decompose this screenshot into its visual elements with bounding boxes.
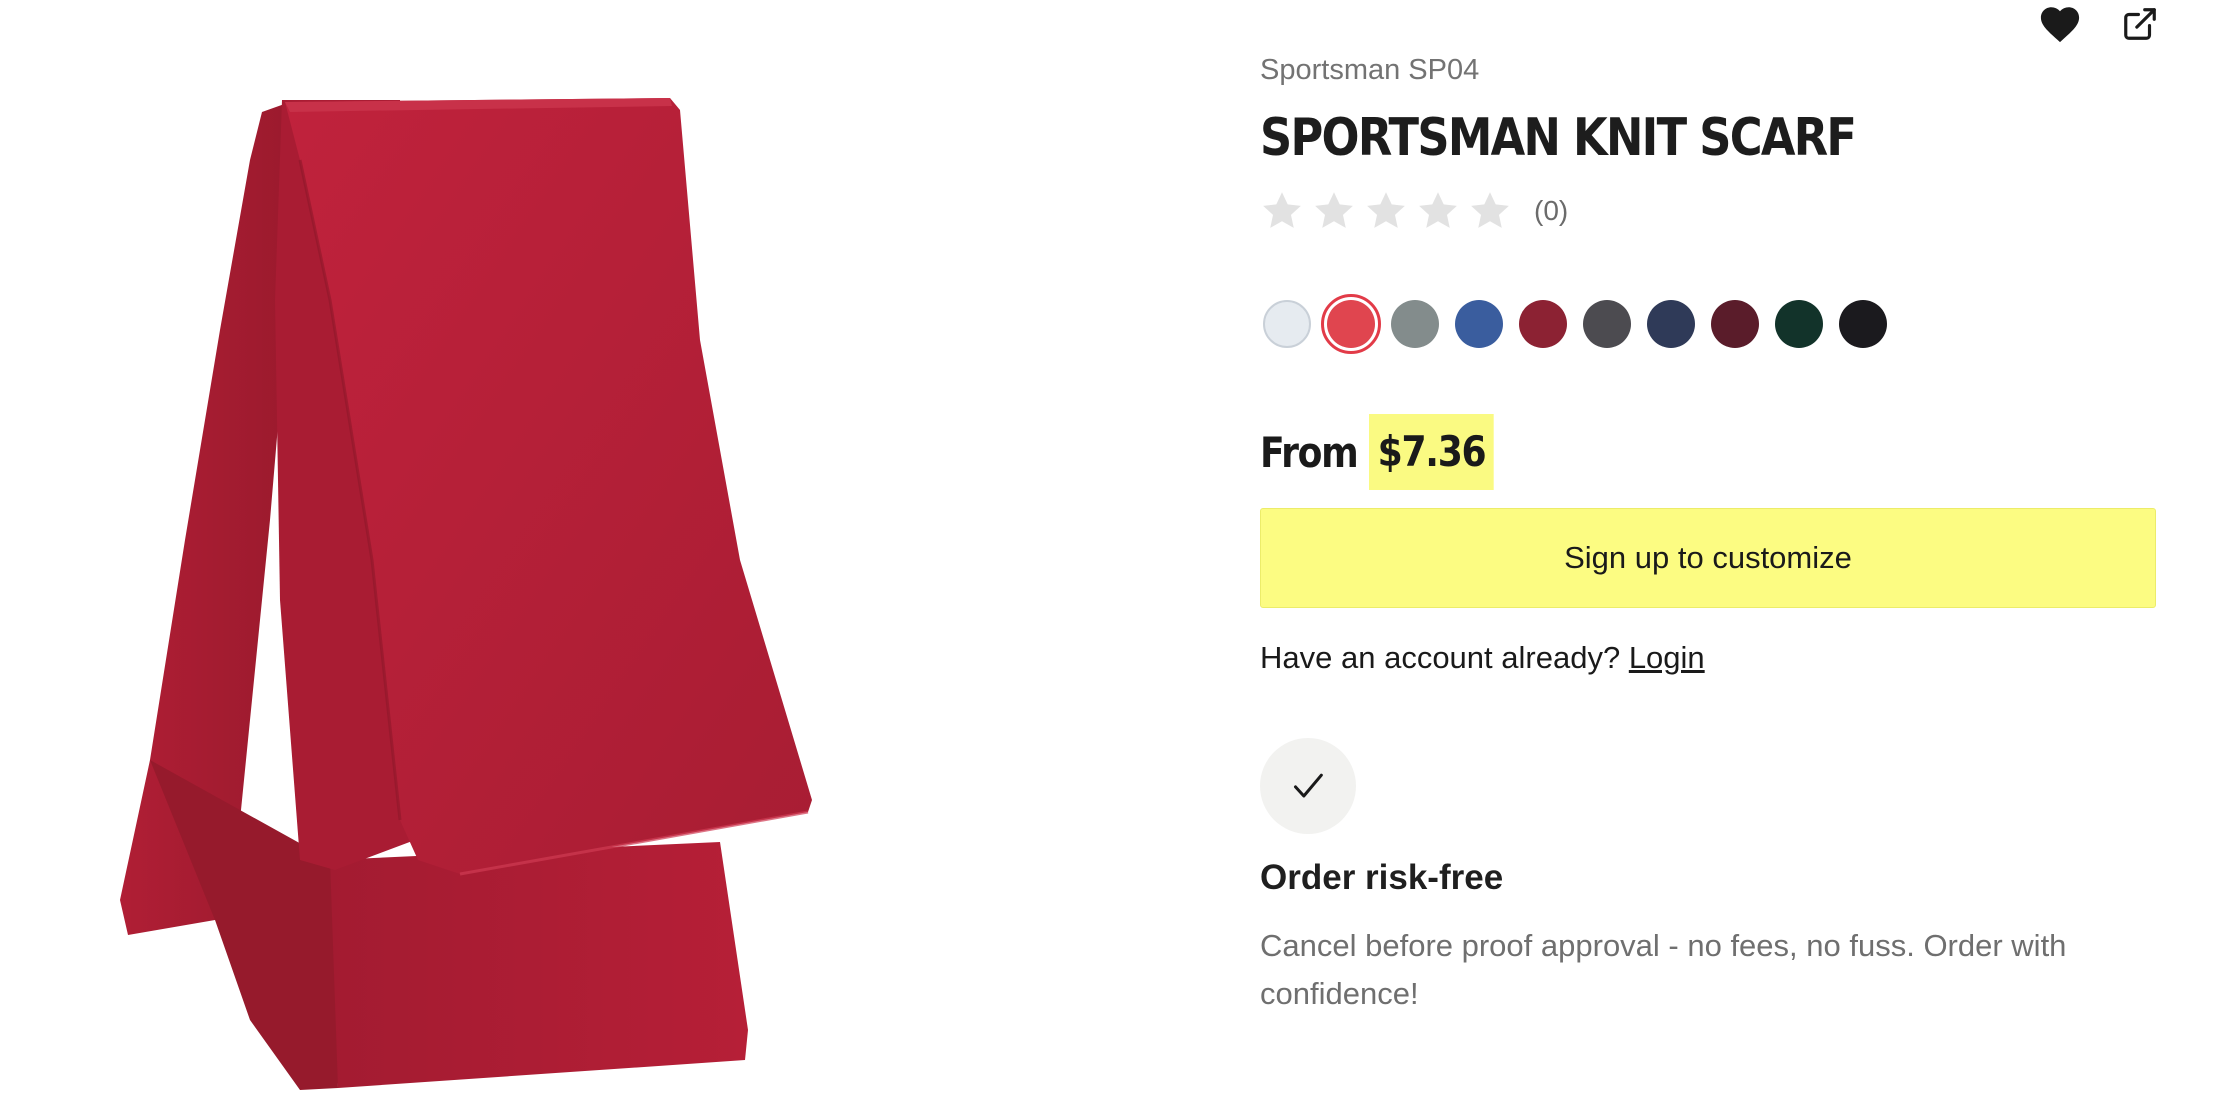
star-icon xyxy=(1419,192,1457,228)
color-swatch-cardinal[interactable] xyxy=(1519,300,1567,348)
color-swatch-navy[interactable] xyxy=(1647,300,1695,348)
login-link[interactable]: Login xyxy=(1629,640,1705,675)
check-icon xyxy=(1294,773,1323,798)
color-swatch-forest-green[interactable] xyxy=(1775,300,1823,348)
star-icon xyxy=(1315,192,1353,228)
color-swatch-royal-blue[interactable] xyxy=(1455,300,1503,348)
price-amount: $7.36 xyxy=(1369,414,1495,490)
red-knit-scarf-image xyxy=(120,98,812,1090)
color-swatch-grey[interactable] xyxy=(1391,300,1439,348)
price-prefix: From xyxy=(1260,427,1359,477)
top-actions xyxy=(2038,0,2162,48)
color-swatch-maroon[interactable] xyxy=(1711,300,1759,348)
color-swatch-charcoal[interactable] xyxy=(1583,300,1631,348)
account-prompt-text: Have an account already? xyxy=(1260,640,1621,675)
product-details: Sportsman SP04 SPORTSMAN KNIT SCARF (0) … xyxy=(1260,50,2156,1018)
heart-icon[interactable] xyxy=(2038,2,2082,46)
star-icon xyxy=(1263,192,1301,228)
product-page: Sportsman SP04 SPORTSMAN KNIT SCARF (0) … xyxy=(0,0,2214,1096)
sign-up-to-customize-button[interactable]: Sign up to customize xyxy=(1260,508,2156,608)
color-swatches xyxy=(1263,294,2156,354)
color-swatch-black[interactable] xyxy=(1839,300,1887,348)
rating[interactable]: (0) xyxy=(1260,186,2156,236)
price: From $7.36 xyxy=(1260,414,2156,490)
risk-free-title: Order risk-free xyxy=(1260,858,1504,897)
external-link-icon[interactable] xyxy=(2118,2,2162,46)
risk-free-badge xyxy=(1260,738,1356,834)
star-icon xyxy=(1471,192,1509,228)
rating-count: (0) xyxy=(1534,195,1569,226)
product-sku: Sportsman SP04 xyxy=(1260,54,1480,86)
star-icon xyxy=(1367,192,1405,228)
color-swatch-light-grey[interactable] xyxy=(1263,300,1311,348)
product-image xyxy=(0,0,1200,1096)
product-title: SPORTSMAN KNIT SCARF xyxy=(1260,108,1857,168)
color-swatch-red[interactable] xyxy=(1321,294,1381,354)
risk-free-text: Cancel before proof approval - no fees, … xyxy=(1260,928,2067,1011)
account-prompt: Have an account already? Login xyxy=(1260,638,2156,678)
